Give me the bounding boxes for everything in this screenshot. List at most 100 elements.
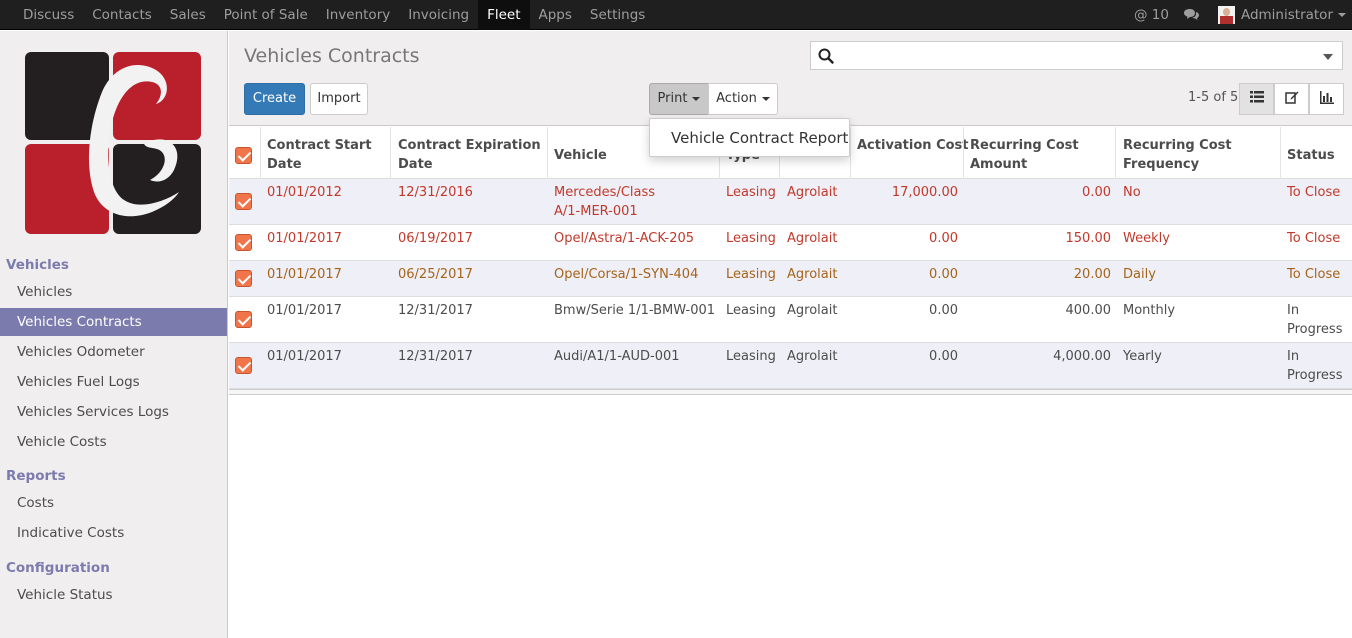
cell-vehicle: Audi/A1/1-AUD-001 [554,349,680,364]
cell-expiration-date: 06/19/2017 [398,231,473,246]
graph-view-button[interactable] [1309,83,1344,115]
print-dropdown-menu: Vehicle Contract Report [649,118,850,157]
cell-type: Leasing [726,303,776,318]
search-icon [818,48,834,68]
sidebar-section-reports: Reports [6,468,66,484]
mentions-counter[interactable]: @ 10 [1134,7,1169,23]
create-button[interactable]: Create [244,83,305,115]
row-checkbox[interactable] [235,234,252,251]
sidebar-item-vehicles-fuel-logs[interactable]: Vehicles Fuel Logs [0,368,227,396]
col-contract-expiration-date[interactable]: Contract Expiration Date [398,136,541,174]
cell-type: Leasing [726,267,776,282]
menu-invoicing[interactable]: Invoicing [399,0,478,30]
sidebar-item-vehicle-status[interactable]: Vehicle Status [0,581,227,609]
col-vehicle[interactable]: Vehicle [554,146,607,165]
caret-down-icon [761,96,770,101]
cell-start-date: 01/01/2012 [267,185,342,200]
print-button[interactable]: Print [649,83,709,115]
row-checkbox[interactable] [235,311,252,328]
menu-settings[interactable]: Settings [581,0,654,30]
cell-activation-cost: 0.00 [929,231,958,246]
table-row[interactable]: 01/01/2017 06/19/2017 Opel/Astra/1-ACK-2… [229,225,1352,261]
row-checkbox[interactable] [235,193,252,210]
menu-fleet[interactable]: Fleet [478,0,530,30]
pager-value[interactable]: 1-5 of 5 [1188,90,1238,105]
cell-frequency: No [1123,185,1141,200]
import-button[interactable]: Import [310,83,368,115]
row-checkbox[interactable] [235,270,252,287]
table-row[interactable]: 01/01/2012 12/31/2016 Mercedes/Class A/1-… [229,179,1352,225]
col-status[interactable]: Status [1287,146,1335,165]
cell-start-date: 01/01/2017 [267,303,342,318]
table-row[interactable]: 01/01/2017 12/31/2017 Audi/A1/1-AUD-001 … [229,343,1352,389]
chat-icon[interactable] [1183,8,1200,22]
cell-start-date: 01/01/2017 [267,231,342,246]
cell-frequency: Daily [1123,267,1156,282]
systray: @ 10 Administrator [1134,0,1352,30]
cell-frequency: Weekly [1123,231,1170,246]
sidebar-item-vehicles-contracts[interactable]: Vehicles Contracts [0,308,227,336]
action-button[interactable]: Action [708,83,778,115]
col-recurring-cost-frequency[interactable]: Recurring Cost Frequency [1123,136,1232,174]
table-row[interactable]: 01/01/2017 12/31/2017 Bmw/Serie 1/1-BMW-… [229,297,1352,343]
menu-discuss[interactable]: Discuss [14,0,83,30]
search-input[interactable] [810,41,1343,70]
sidebar-item-vehicles[interactable]: Vehicles [0,278,227,306]
action-label: Action [716,91,757,106]
cell-supplier: Agrolait [787,231,838,246]
menu-sales[interactable]: Sales [161,0,215,30]
cell-expiration-date: 12/31/2017 [398,349,473,364]
table-footer [229,389,1352,395]
cell-vehicle: Bmw/Serie 1/1-BMW-001 [554,303,716,318]
col-activation-cost[interactable]: Activation Cost [857,136,969,155]
cell-supplier: Agrolait [787,185,838,200]
cell-vehicle: Mercedes/Class A/1-MER-001 [554,185,656,219]
cell-expiration-date: 12/31/2017 [398,303,473,318]
cell-activation-cost: 0.00 [929,303,958,318]
cell-recurring-amount: 150.00 [1065,231,1112,246]
app-menu: Discuss Contacts Sales Point of Sale Inv… [14,0,654,30]
cell-vehicle: Opel/Corsa/1-SYN-404 [554,267,699,282]
cell-supplier: Agrolait [787,267,838,282]
user-name: Administrator [1240,7,1333,23]
cell-supplier: Agrolait [787,349,838,364]
cell-recurring-amount: 20.00 [1073,267,1111,282]
sidebar-item-vehicle-costs[interactable]: Vehicle Costs [0,428,227,456]
list-view-button[interactable] [1239,83,1274,115]
cell-status: In Progress [1287,303,1343,337]
edit-view-button[interactable] [1274,83,1309,115]
select-all-checkbox[interactable] [235,147,252,164]
search-options-dropdown-icon[interactable] [1323,54,1333,60]
print-item-vehicle-contract-report[interactable]: Vehicle Contract Report [671,129,848,147]
cell-recurring-amount: 400.00 [1065,303,1112,318]
user-menu[interactable]: Administrator [1217,6,1346,24]
sidebar-item-costs[interactable]: Costs [0,489,227,517]
cell-frequency: Yearly [1123,349,1162,364]
row-checkbox[interactable] [235,357,252,374]
menu-inventory[interactable]: Inventory [317,0,399,30]
sidebar-item-indicative-costs[interactable]: Indicative Costs [0,519,227,547]
caret-down-icon [1338,13,1346,17]
menu-contacts[interactable]: Contacts [83,0,161,30]
sidebar-item-vehicles-odometer[interactable]: Vehicles Odometer [0,338,227,366]
cell-activation-cost: 0.00 [929,267,958,282]
col-contract-start-date[interactable]: Contract Start Date [267,136,372,174]
col-recurring-cost-amount[interactable]: Recurring Cost Amount [970,136,1079,174]
cell-type: Leasing [726,185,776,200]
sidebar-item-vehicles-services-logs[interactable]: Vehicles Services Logs [0,398,227,426]
cell-start-date: 01/01/2017 [267,267,342,282]
table-row[interactable]: 01/01/2017 06/25/2017 Opel/Corsa/1-SYN-4… [229,261,1352,297]
avatar [1217,6,1235,24]
cell-activation-cost: 0.00 [929,349,958,364]
cell-status: To Close [1287,267,1341,282]
cell-expiration-date: 06/25/2017 [398,267,473,282]
company-logo [24,52,202,234]
cell-type: Leasing [726,349,776,364]
sidebar-section-configuration: Configuration [6,560,110,576]
menu-apps[interactable]: Apps [530,0,581,30]
control-panel: Vehicles Contracts Create Import Print A… [229,31,1352,126]
top-navbar: Discuss Contacts Sales Point of Sale Inv… [0,0,1352,30]
cell-activation-cost: 17,000.00 [891,185,958,200]
menu-point-of-sale[interactable]: Point of Sale [215,0,317,30]
caret-down-icon [692,96,701,101]
